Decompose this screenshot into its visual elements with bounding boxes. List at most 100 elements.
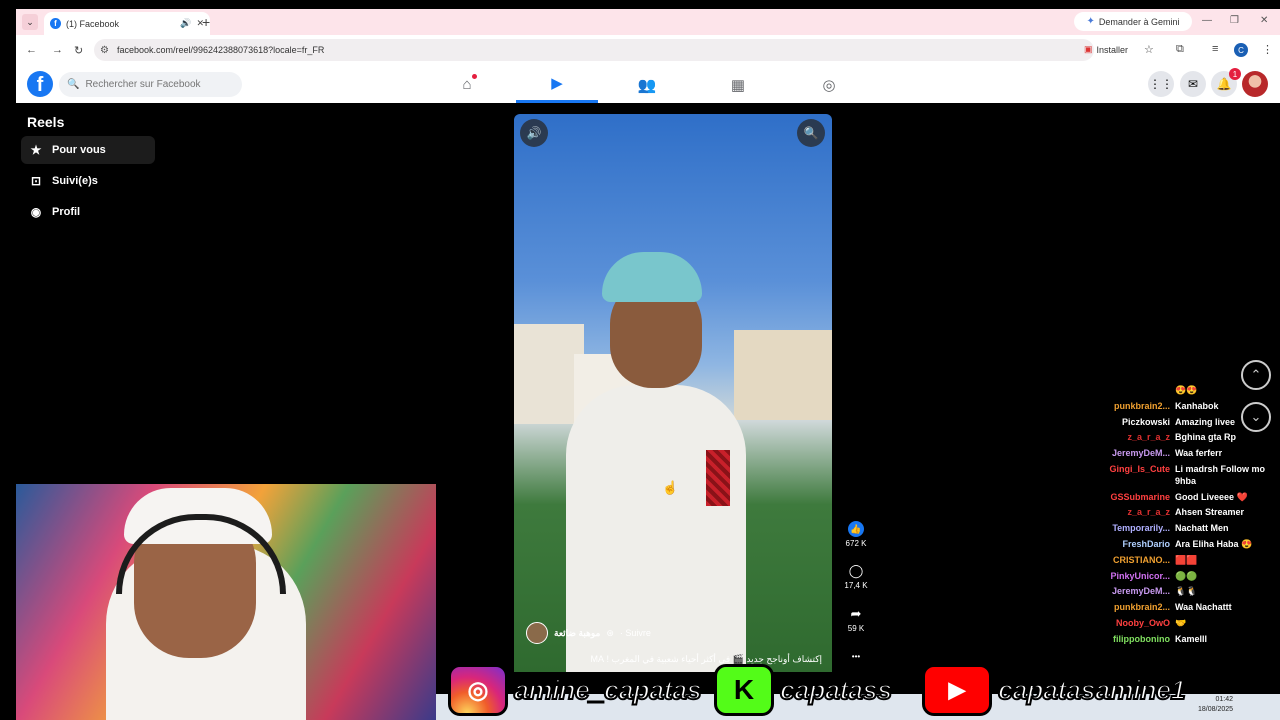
site-info-icon[interactable]: ⚙ [100,45,109,56]
like-action[interactable]: 👍 672 K [842,520,870,548]
chat-row: 😍😍 [1104,385,1274,397]
chat-row: punkbrain2... Kanhabok [1104,401,1274,413]
facebook-logo-icon[interactable]: f [27,71,53,97]
new-tab-button[interactable]: + [202,14,210,30]
chat-row: Gingi_Is_Cute Li madrsh Follow mo 9hba [1104,464,1274,488]
messenger-icon[interactable]: ✉ [1180,71,1206,97]
install-button[interactable]: ▣ Installer [1084,44,1128,55]
comment-icon[interactable]: ◯ [842,563,870,579]
share-icon[interactable]: ➦ [842,606,870,622]
more-action[interactable]: ••• [842,650,870,661]
tab-title: (1) Facebook [66,18,120,29]
like-icon[interactable]: 👍 [848,521,864,537]
share-action[interactable]: ➦ 59 K [842,606,870,633]
gemini-button[interactable]: ✦ Demander à Gemini [1074,12,1192,31]
volume-icon[interactable]: 🔊 [520,119,548,147]
url-text: facebook.com/reel/996242388073618?locale… [116,45,325,55]
tab-search-dropdown[interactable]: ⌄ [22,14,38,30]
omnibox[interactable]: ⚙ facebook.com/reel/996242388073618?loca… [94,39,1094,61]
chat-message: 🟢🟢 [1175,570,1198,581]
chat-row: CRISTIANO... 🟥🟥 [1104,555,1274,567]
speaker-icon[interactable]: 🔊 [180,18,191,29]
chat-username: Gingi_Is_Cute [1109,463,1170,474]
bookmark-star-icon[interactable]: ☆ [1144,43,1154,56]
search-icon: 🔍 [67,79,80,90]
more-icon[interactable]: ••• [842,652,870,661]
chat-message: Ara Eliha Haba 😍 [1175,538,1253,549]
video-building [734,330,832,420]
chat-username: Nooby_OwO [1115,617,1170,628]
kick-handle: capatass [779,674,893,706]
nav-friends-icon[interactable]: 👥 [606,66,688,103]
media-control-icon[interactable]: ≡ [1212,43,1218,55]
clock-time: 01:42 [1215,696,1234,703]
chat-message: Amazing livee [1175,416,1236,427]
instagram-banner: ◎ amine_capatas [448,664,703,716]
chat-username: Piczkowski [1121,416,1170,427]
chat-row: filippobonino Kamelll [1104,634,1274,646]
profile-icon: ◉ [30,205,42,219]
chat-row: JeremyDeM... 🐧🐧 [1104,586,1274,598]
stream-chat: 😍😍 punkbrain2... Kanhabok Piczkowski Amazin… [1104,385,1274,650]
webcam-overlay [16,484,436,720]
minimize-icon[interactable]: — [1202,15,1212,26]
follow-link[interactable]: · Suivre [620,628,651,638]
sidebar-item-pour-vous[interactable]: ★ Pour vous [21,136,155,164]
sidebar-item-suivis[interactable]: ⊡ Suivi(e)s [21,167,155,195]
chat-message: Bghina gta Rp [1175,432,1236,443]
install-icon: ▣ [1084,44,1093,54]
facebook-profile-avatar[interactable] [1242,71,1268,97]
home-notification-dot [472,74,477,79]
maximize-icon[interactable]: ❐ [1230,15,1239,26]
chat-list: punkbrain2... Kanhabok Piczkowski Amazing l… [1104,401,1274,646]
forward-icon[interactable]: → [52,44,63,56]
facebook-favicon-icon: f [50,18,61,29]
comment-action[interactable]: ◯ 17,4 K [842,563,870,590]
chat-username: CRISTIANO... [1112,554,1170,565]
menu-grid-icon[interactable]: ⋮⋮ [1148,71,1174,97]
gemini-label: Demander à Gemini [1098,16,1180,27]
facebook-header: f 🔍 ⌂ ▶ 👥 ▦ ◎ ⋮⋮ ✉ 🔔1 [16,66,1280,103]
sidebar-item-label: Suivi(e)s [52,175,98,187]
chat-username: punkbrain2... [1113,602,1170,613]
mouse-cursor-icon: ☝ [662,480,679,495]
extensions-icon[interactable]: ⧉ [1176,43,1184,56]
author-name[interactable]: موهبة ضائعة [554,628,600,639]
kick-icon: K [714,664,774,716]
chat-username: PinkyUnicor... [1110,570,1170,581]
tab-facebook[interactable]: f (1) Facebook 🔊 ✕ [44,12,210,35]
author-avatar[interactable] [526,622,548,644]
youtube-banner: ▶ capatasamine1 [922,664,1187,716]
sidebar-item-profil[interactable]: ◉ Profil [21,198,155,226]
screen: ⌄ f (1) Facebook 🔊 ✕ + ✦ Demander à Gemi… [0,0,1280,720]
browser-profile-avatar[interactable]: C [1234,43,1248,57]
zoom-search-icon[interactable]: 🔍 [797,119,825,147]
nav-dashboard-icon[interactable]: ▦ [697,66,779,103]
nav-reels-icon[interactable]: ▶ [516,66,598,103]
chat-row: GSSubmarine Good Liveeee ❤️ [1104,492,1274,504]
chat-row: z_a_r_a_z Ahsen Streamer [1104,507,1274,519]
nav-home-icon[interactable]: ⌂ [426,66,508,103]
chat-username: z_a_r_a_z [1127,432,1170,443]
back-icon[interactable]: ← [26,44,37,56]
close-window-icon[interactable]: ✕ [1260,15,1268,26]
kick-banner: K capatass [714,664,893,716]
search-input[interactable] [85,79,234,90]
youtube-handle: capatasamine1 [997,674,1187,706]
browser-menu-icon[interactable]: ⋮ [1262,43,1273,56]
install-label: Installer [1096,44,1129,55]
facebook-search[interactable]: 🔍 [59,72,242,97]
reload-icon[interactable]: ↻ [74,44,83,57]
reel-author[interactable]: موهبة ضائعة ⊛ · Suivre [526,622,651,644]
chat-message: 🟥🟥 [1175,554,1198,565]
notifications-bell-icon[interactable]: 🔔 1 [1211,68,1241,97]
notification-badge: 1 [1229,68,1241,80]
chat-message: Kamelll [1175,633,1208,644]
nav-groups-icon[interactable]: ◎ [788,66,870,103]
following-icon: ⊡ [30,174,42,188]
chat-row: z_a_r_a_z Bghina gta Rp [1104,432,1274,444]
like-count: 672 K [845,539,867,548]
clock-date: 18/08/2025 [1198,706,1234,713]
chat-message: Nachatt Men [1175,523,1229,534]
chat-username: FreshDario [1122,538,1170,549]
